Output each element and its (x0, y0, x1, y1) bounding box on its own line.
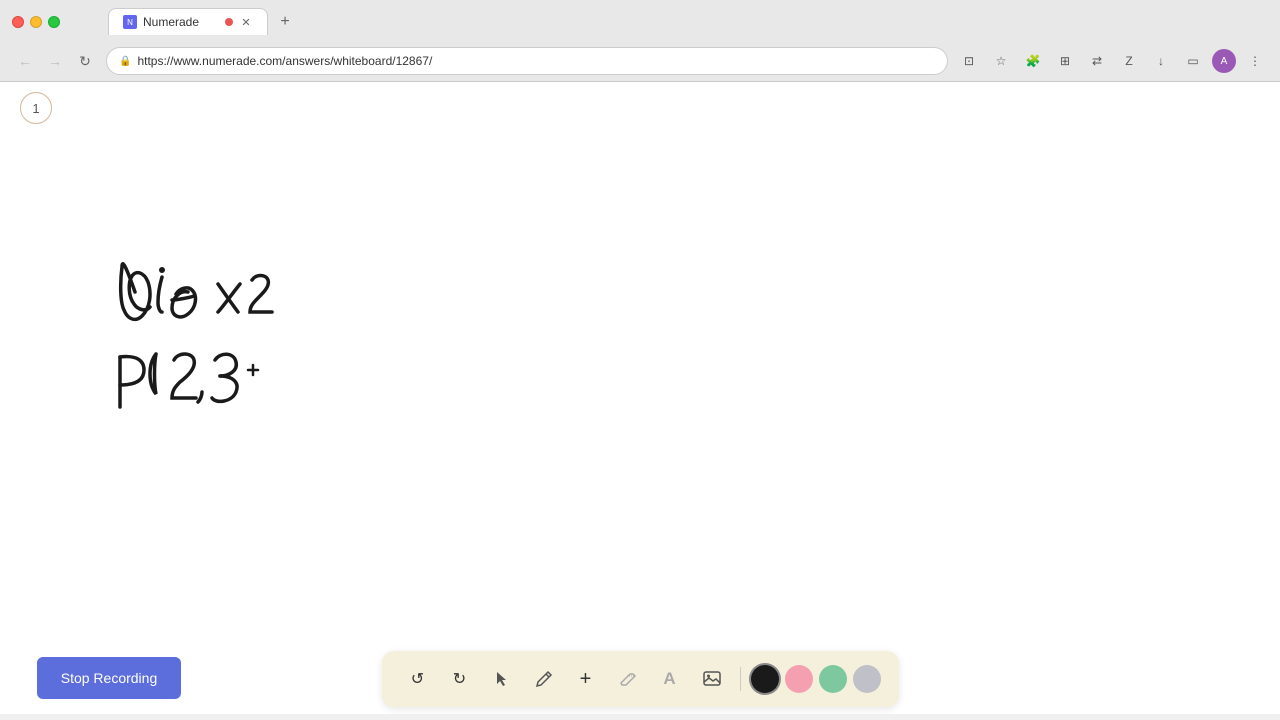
lock-icon: 🔒 (119, 56, 131, 67)
text-tool-button[interactable]: A (652, 661, 688, 697)
pen-icon (535, 670, 553, 688)
split-button[interactable]: ▭ (1180, 48, 1206, 74)
browser-actions: ⊡ ☆ 🧩 ⊞ ⇄ Z ↓ ▭ A ⋮ (956, 48, 1268, 74)
handwriting-canvas (80, 212, 480, 432)
cursor-icon (493, 670, 511, 688)
tab-title: Numerade (143, 15, 219, 29)
eraser-icon (619, 670, 637, 688)
image-icon (702, 669, 722, 689)
back-button[interactable]: ← (12, 48, 38, 74)
toolbar-container: ↺ ↻ + (382, 651, 899, 707)
color-black-button[interactable] (751, 665, 779, 693)
image-tool-button[interactable] (694, 661, 730, 697)
tab-close-button[interactable]: ✕ (239, 15, 253, 29)
grid-button[interactable]: ⊞ (1052, 48, 1078, 74)
undo-button[interactable]: ↺ (400, 661, 436, 697)
download-button[interactable]: ↓ (1148, 48, 1174, 74)
new-tab-button[interactable]: + (272, 9, 298, 35)
forward-button[interactable]: → (42, 48, 68, 74)
page-number-label: 1 (32, 101, 39, 116)
redo-button[interactable]: ↻ (442, 661, 478, 697)
cast-button[interactable]: ⊡ (956, 48, 982, 74)
extensions-button[interactable]: 🧩 (1020, 48, 1046, 74)
tab-recording-dot (225, 18, 233, 26)
maximize-button[interactable] (48, 16, 60, 28)
pen-tool-button[interactable] (526, 661, 562, 697)
minimize-button[interactable] (30, 16, 42, 28)
stop-recording-button[interactable]: Stop Recording (37, 657, 181, 699)
nav-buttons: ← → ↻ (12, 48, 98, 74)
color-green-button[interactable] (819, 665, 847, 693)
browser-chrome: N Numerade ✕ + ← → ↻ 🔒 https://www.numer… (0, 0, 1280, 82)
sync-button[interactable]: ⇄ (1084, 48, 1110, 74)
color-gray-button[interactable] (853, 665, 881, 693)
title-bar: N Numerade ✕ + (0, 0, 1280, 43)
main-content: 1 Stop Recording (0, 82, 1280, 714)
select-tool-button[interactable] (484, 661, 520, 697)
menu-button[interactable]: ⋮ (1242, 48, 1268, 74)
url-text: https://www.numerade.com/answers/whitebo… (137, 54, 432, 68)
bottom-toolbar: Stop Recording ↺ ↻ + (0, 644, 1280, 714)
address-bar: ← → ↻ 🔒 https://www.numerade.com/answers… (0, 43, 1280, 81)
close-button[interactable] (12, 16, 24, 28)
favicon-label: N (127, 18, 133, 27)
color-pink-button[interactable] (785, 665, 813, 693)
browser-tab[interactable]: N Numerade ✕ (108, 8, 268, 35)
toolbar-divider (740, 667, 741, 691)
refresh-button[interactable]: ↻ (72, 48, 98, 74)
bookmark-button[interactable]: ☆ (988, 48, 1014, 74)
profile-avatar[interactable]: A (1212, 49, 1236, 73)
page-number: 1 (20, 92, 52, 124)
eraser-tool-button[interactable] (610, 661, 646, 697)
traffic-lights (12, 16, 60, 28)
url-bar[interactable]: 🔒 https://www.numerade.com/answers/white… (106, 47, 948, 75)
zotero-button[interactable]: Z (1116, 48, 1142, 74)
tab-favicon: N (123, 15, 137, 29)
add-tool-button[interactable]: + (568, 661, 604, 697)
